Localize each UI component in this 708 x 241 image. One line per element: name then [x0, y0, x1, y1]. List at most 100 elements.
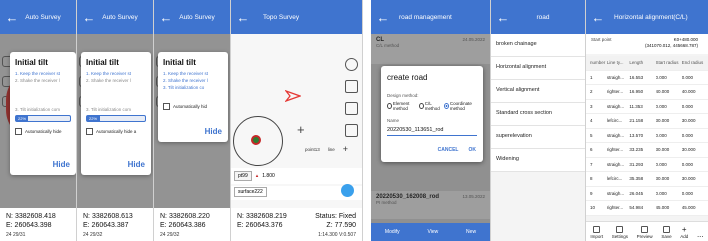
ok-button[interactable]: OK: [469, 147, 477, 153]
menu-standard-cross-section[interactable]: Standard cross section: [491, 103, 585, 126]
screen-title: Auto Survey: [25, 13, 61, 21]
import-button[interactable]: Import: [590, 226, 603, 239]
row-start-radius: 0.000: [655, 132, 667, 138]
auto-hide-option[interactable]: Automatically hide: [15, 128, 71, 135]
row-number: 4: [590, 118, 593, 124]
dialog-title: Initial tilt: [86, 58, 119, 67]
progress-bar: 22%: [86, 115, 146, 122]
view-button[interactable]: View: [427, 229, 438, 235]
back-arrow-icon[interactable]: ←: [231, 10, 255, 25]
add-icon[interactable]: +: [343, 145, 348, 154]
cl-method-radio[interactable]: C/L method: [418, 101, 441, 111]
bottom-toolbar: Import Settings Preview Save + Add ...: [586, 221, 708, 241]
table-row[interactable]: 7straigh...31.2930.0000.00023: [586, 157, 708, 172]
menu-widening[interactable]: Widening: [491, 149, 585, 172]
table-row[interactable]: 2righter...16.95040.00040.00018: [586, 85, 708, 100]
row-start-radius: 30.000: [655, 118, 670, 124]
line-name[interactable]: line: [328, 147, 335, 152]
start-point-row[interactable]: Start point K0+480.000 (341070.012, 4456…: [586, 34, 708, 54]
precision-readout: 1:14.300 V:0.507: [318, 232, 356, 238]
save-button[interactable]: Save: [661, 226, 672, 239]
back-arrow-icon[interactable]: ←: [154, 10, 178, 25]
checkbox-icon[interactable]: [86, 128, 93, 135]
layer-icon[interactable]: [345, 80, 358, 93]
name-input[interactable]: pt99: [234, 171, 252, 181]
back-arrow-icon[interactable]: ←: [371, 10, 395, 25]
col-line-type: Line ty...: [606, 60, 624, 66]
row-length: 21.158: [629, 118, 644, 124]
screen-auto-survey-1: ← Auto Survey Initial tilt 1. Keep the r…: [0, 0, 77, 241]
auto-hide-option[interactable]: Automatically hid: [163, 103, 223, 110]
point-name[interactable]: point13: [305, 147, 320, 152]
tool-label: Save: [661, 234, 672, 239]
row-start-radius: 0.000: [655, 74, 667, 80]
cancel-button[interactable]: CANCEL: [438, 147, 459, 153]
table-row[interactable]: 6righter...33.23530.00030.00017: [586, 143, 708, 158]
row-end-radius: 0.000: [681, 103, 694, 109]
hide-button[interactable]: Hide: [128, 160, 145, 169]
back-arrow-icon[interactable]: ←: [586, 10, 610, 25]
settings-icon[interactable]: [345, 102, 358, 115]
col-number: number: [590, 60, 606, 66]
back-arrow-icon[interactable]: ←: [0, 10, 24, 25]
col-length: Length: [629, 60, 644, 66]
north-coordinate: N: 3382608.220: [160, 213, 210, 220]
element-method-radio[interactable]: Element method: [387, 101, 416, 111]
add-button[interactable]: + Add: [680, 226, 688, 240]
locate-button[interactable]: [341, 184, 354, 197]
new-button[interactable]: New: [466, 229, 476, 235]
antenna-height[interactable]: 1.800: [262, 173, 275, 179]
code-input[interactable]: surface222: [234, 187, 267, 197]
back-arrow-icon[interactable]: ←: [77, 10, 101, 25]
road-name-input[interactable]: 20220530_113651_rod: [387, 125, 477, 136]
coordinate-method-radio[interactable]: Coordinate method: [444, 101, 477, 111]
row-number: 9: [590, 190, 593, 196]
hide-button[interactable]: Hide: [53, 160, 70, 169]
create-road-dialog: create road Design method: Element metho…: [381, 66, 483, 162]
auto-hide-option[interactable]: Automatically hide a: [86, 128, 146, 135]
row-length: 26.045: [629, 190, 644, 196]
table-row[interactable]: 4lefcirc...21.15830.00030.00021: [586, 114, 708, 129]
preview-button[interactable]: Preview: [637, 226, 653, 239]
table-row[interactable]: 5straigh...13.5700.0000.00019: [586, 128, 708, 143]
step-3: 3. Tilt initialization com: [86, 107, 132, 112]
progress-text: 22%: [18, 116, 27, 121]
title-bar: ← Horizontal alignment(C/L): [586, 0, 708, 34]
design-method-label: Design method:: [387, 93, 419, 98]
title-bar: ← road management: [371, 0, 490, 34]
back-arrow-icon[interactable]: ←: [491, 10, 515, 25]
table-row[interactable]: 8lefcirc...35.35830.00030.00016: [586, 172, 708, 187]
hide-button[interactable]: Hide: [205, 127, 222, 136]
table-row[interactable]: 9straigh...26.0450.0000.00014: [586, 186, 708, 201]
checkbox-icon[interactable]: [163, 103, 170, 110]
row-length: 13.570: [629, 132, 644, 138]
more-icon: ...: [696, 230, 704, 239]
coordinate-panel: N: 3382608.418 E: 260643.398 24 29/31: [0, 208, 76, 241]
menu-broken-chainage[interactable]: broken chainage: [491, 34, 585, 57]
row-start-radius: 30.000: [655, 176, 670, 182]
initial-tilt-dialog: Initial tilt 1. Keep the receiver st 2. …: [158, 52, 228, 142]
dialog-actions: CANCEL OK: [438, 147, 476, 153]
more-button[interactable]: ...: [697, 230, 704, 239]
menu-superelevation[interactable]: superelevation: [491, 126, 585, 149]
table-row[interactable]: 1straigh...16.5530.0000.00018: [586, 70, 708, 85]
settings-button[interactable]: Settings: [612, 226, 628, 239]
road-menu: broken chainage Horizontal alignment Ver…: [491, 34, 585, 172]
crosshair-icon: +: [297, 122, 305, 137]
screen-road-menu: ← road broken chainage Horizontal alignm…: [491, 0, 586, 241]
row-number: 5: [590, 132, 593, 138]
row-number: 10: [590, 205, 596, 211]
compass-icon[interactable]: [345, 58, 358, 71]
menu-vertical-alignment[interactable]: Vertical alignment: [491, 80, 585, 103]
row-line-type: righter...: [606, 147, 624, 153]
checkbox-icon[interactable]: [15, 128, 22, 135]
table-row[interactable]: 10righter...54.98445.00045.00016: [586, 201, 708, 216]
modify-button[interactable]: Modify: [385, 229, 400, 235]
row-end-radius: 30.000: [681, 176, 696, 182]
row-end-radius: 0.000: [681, 161, 694, 167]
screen-title: Auto Survey: [179, 13, 215, 21]
table-row[interactable]: 3straigh...11.3530.0000.00021: [586, 99, 708, 114]
file-icon[interactable]: [345, 124, 358, 137]
menu-horizontal-alignment[interactable]: Horizontal alignment: [491, 57, 585, 80]
tool-label: Import: [590, 234, 604, 239]
